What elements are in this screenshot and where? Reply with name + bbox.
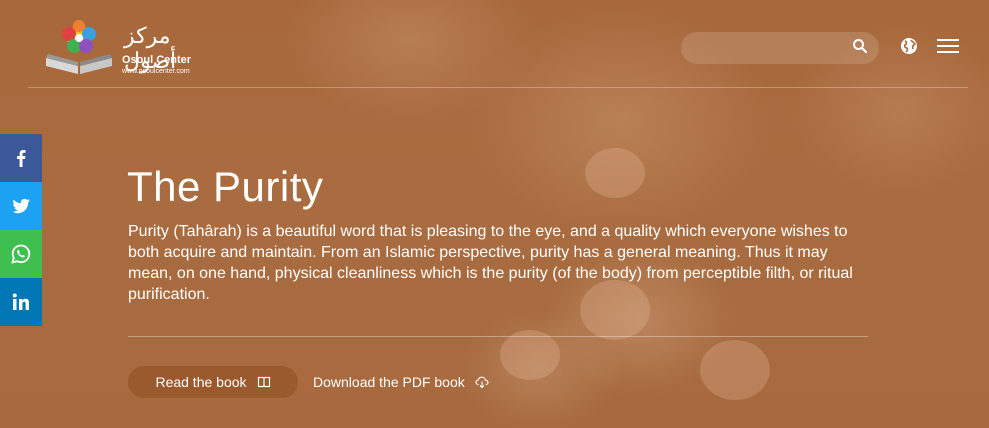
whatsapp-icon: [11, 244, 31, 264]
facebook-share-button[interactable]: [0, 134, 42, 182]
linkedin-share-button[interactable]: [0, 278, 42, 326]
search-input[interactable]: [693, 38, 847, 60]
read-book-button[interactable]: Read the book: [128, 366, 298, 398]
logo-book-icon: [46, 20, 112, 74]
content-divider: [128, 336, 868, 337]
decorative-blossom: [700, 340, 770, 400]
download-pdf-button[interactable]: Download the PDF book: [313, 366, 489, 398]
download-pdf-label: Download the PDF book: [313, 374, 465, 390]
twitter-icon: [12, 198, 30, 214]
logo-url: www.osoulcenter.com: [122, 68, 190, 75]
globe-icon[interactable]: [900, 37, 918, 55]
facebook-icon: [17, 150, 26, 167]
linkedin-icon: [12, 293, 29, 310]
menu-icon[interactable]: [937, 37, 959, 55]
twitter-share-button[interactable]: [0, 182, 42, 230]
site-logo[interactable]: مركز أصول Osoul Center www.osoulcenter.c…: [42, 14, 212, 80]
read-book-label: Read the book: [155, 374, 247, 390]
decorative-blossom: [500, 330, 560, 380]
open-book-icon: [257, 376, 270, 388]
cloud-download-icon: [475, 376, 489, 389]
whatsapp-share-button[interactable]: [0, 230, 42, 278]
share-bar: [0, 134, 42, 326]
decorative-blossom: [585, 148, 645, 198]
logo-arabic-text: مركز أصول: [124, 24, 177, 74]
logo-name: Osoul Center: [122, 54, 192, 66]
search-box: [681, 32, 879, 64]
book-description: Purity (Tahârah) is a beautiful word tha…: [128, 223, 853, 303]
site-header: مركز أصول Osoul Center www.osoulcenter.c…: [0, 0, 989, 88]
header-divider: [28, 87, 968, 88]
search-icon[interactable]: [852, 38, 868, 54]
book-title: The Purity: [127, 163, 324, 210]
